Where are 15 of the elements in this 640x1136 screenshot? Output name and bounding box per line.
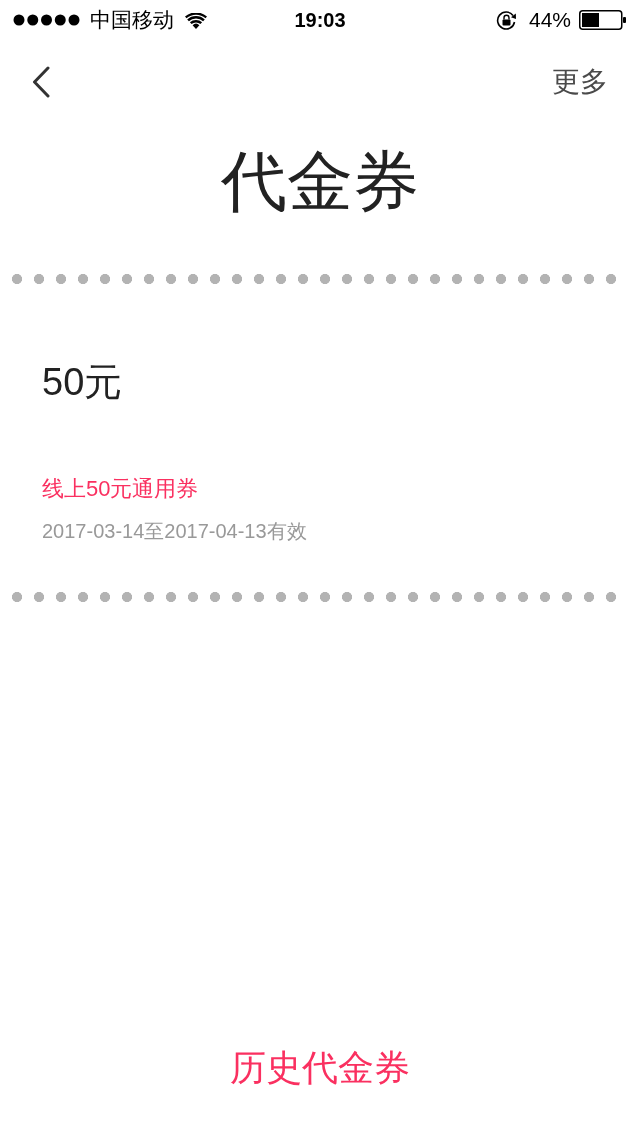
back-chevron-icon [32,66,50,98]
history-vouchers-link[interactable]: 历史代金券 [230,1046,410,1090]
voucher-validity: 2017-03-14至2017-04-13有效 [42,519,307,544]
battery-percent: 44% [528,8,571,32]
voucher-amount: 50元 [42,360,123,405]
status-time: 19:03 [294,8,346,32]
rotation-lock-icon [494,8,518,32]
wifi-icon [185,12,207,29]
carrier-name: 中国移动 [90,7,174,33]
page-title: 代金券 [221,143,419,220]
back-button[interactable] [30,64,52,100]
voucher-name: 线上50元通用券 [42,475,199,503]
signal-icon [13,14,80,26]
more-button[interactable]: 更多 [552,63,608,101]
battery-icon [579,10,626,30]
